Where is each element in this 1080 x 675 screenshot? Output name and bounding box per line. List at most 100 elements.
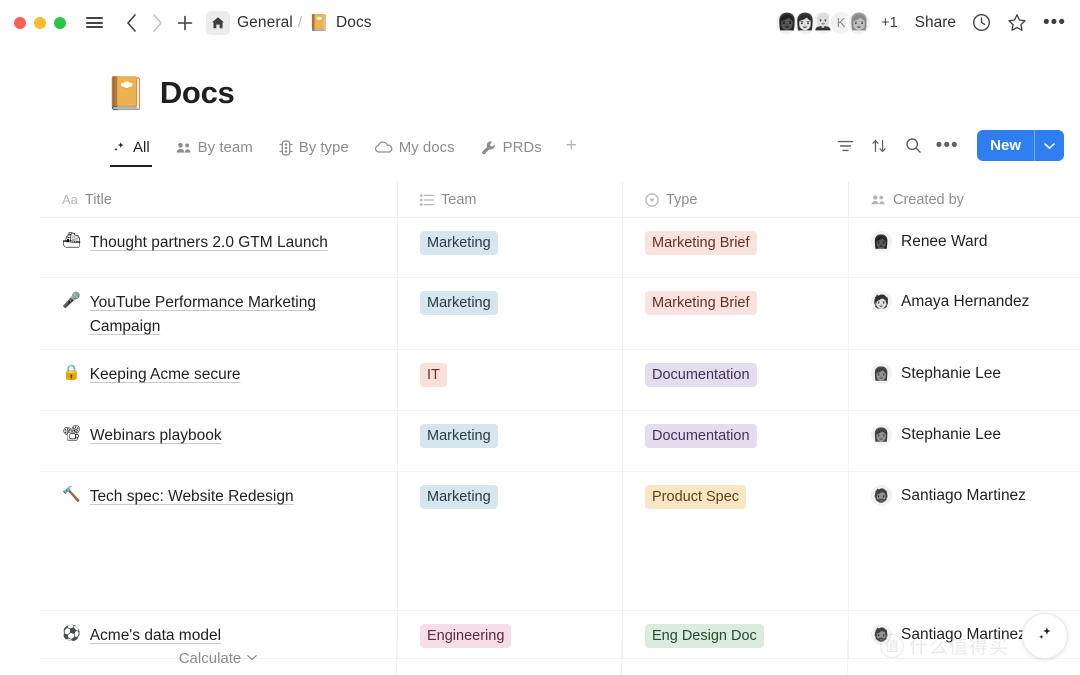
cell-team[interactable]: IT — [397, 350, 622, 410]
type-tag: Marketing Brief — [645, 231, 757, 255]
table-row[interactable]: 🔨Tech spec: Website RedesignMarketing Pro… — [40, 472, 1080, 611]
column-label: Type — [666, 192, 697, 208]
breadcrumb-current[interactable]: Docs — [336, 14, 372, 32]
cell-created-by[interactable]: 👩🏽Stephanie Lee — [848, 350, 1080, 410]
avatar-emoji: 👩🏿 — [873, 235, 889, 248]
chevron-left-icon[interactable] — [118, 10, 144, 36]
home-icon[interactable] — [206, 11, 230, 35]
cell-team[interactable]: Marketing — [397, 472, 622, 610]
cell-created-by[interactable]: 👩🏽Stephanie Lee — [848, 411, 1080, 471]
cell-title[interactable]: 🎤 YouTube Performance Marketing Campaign — [40, 278, 397, 349]
doc-title-link[interactable]: Tech spec: Website Redesign — [90, 485, 294, 509]
cell-type[interactable]: Marketing Brief — [622, 218, 848, 277]
cell-team[interactable]: Marketing — [397, 218, 622, 277]
view-tabs: All By team By type My docs PRDs + — [0, 131, 1080, 167]
hamburger-icon[interactable] — [82, 11, 106, 35]
footer-team-cell[interactable] — [397, 641, 622, 675]
page-header: 📔 Docs — [0, 45, 1080, 111]
doc-title-link[interactable]: Keeping Acme secure — [90, 363, 241, 387]
sort-icon[interactable] — [865, 132, 893, 160]
avatar-emoji: 👱🏻‍♀️ — [813, 15, 833, 31]
calculate-button[interactable]: Calculate — [40, 641, 397, 675]
close-window-button[interactable] — [14, 17, 26, 29]
avatar[interactable]: 👩🏼 — [846, 10, 872, 36]
cell-team[interactable]: Marketing — [397, 411, 622, 471]
cell-title[interactable]: ⛴ Thought partners 2.0 GTM Launch — [40, 218, 397, 277]
add-tab-button[interactable]: + — [566, 135, 577, 167]
plus-icon[interactable] — [172, 10, 198, 36]
tab-my-docs[interactable]: My docs — [373, 139, 457, 167]
tab-all[interactable]: All — [110, 139, 152, 167]
tab-by-type[interactable]: By type — [277, 139, 351, 167]
star-icon[interactable] — [1007, 13, 1027, 33]
footer-type-cell[interactable] — [622, 641, 848, 675]
people-icon — [176, 141, 192, 154]
column-header-team[interactable]: Team — [397, 182, 622, 218]
ai-assistant-button[interactable] — [1022, 613, 1068, 659]
ellipsis-icon[interactable]: ••• — [933, 132, 961, 160]
table-row[interactable]: 🔒 Keeping Acme secure IT Documentation👩🏽Ste… — [40, 350, 1080, 411]
row-emoji-icon: ⛴ — [62, 231, 81, 251]
cell-type[interactable]: Product Spec — [622, 472, 848, 610]
table-row[interactable]: 📽Webinars playbook Marketing Documentation… — [40, 411, 1080, 472]
avatar: 🧔🏽 — [871, 485, 892, 506]
person-name: Stephanie Lee — [901, 426, 1001, 444]
search-icon[interactable] — [899, 132, 927, 160]
filter-icon[interactable] — [831, 132, 859, 160]
doc-title-link[interactable]: Thought partners 2.0 GTM Launch — [90, 231, 328, 255]
minimize-window-button[interactable] — [34, 17, 46, 29]
avatar-emoji: 🧔🏽 — [873, 628, 889, 641]
cell-team[interactable]: Marketing — [397, 278, 622, 349]
calculate-label: Calculate — [179, 650, 242, 667]
cell-created-by[interactable]: 🧔🏽Santiago Martinez — [848, 472, 1080, 610]
cell-type[interactable]: Documentation — [622, 411, 848, 471]
text-icon: Aa — [62, 192, 78, 207]
chevron-right-icon[interactable] — [144, 10, 170, 36]
window-titlebar: General / 📔 Docs 👩🏿 👩🏻 👱🏻‍♀️ K 👩🏼 +1 Sha… — [0, 0, 1080, 45]
cloud-icon — [375, 141, 393, 154]
collaborator-avatars[interactable]: 👩🏿 👩🏻 👱🏻‍♀️ K 👩🏼 — [774, 10, 872, 36]
sparkle-icon — [1036, 625, 1055, 647]
doc-title-link[interactable]: Webinars playbook — [90, 424, 222, 448]
cell-created-by[interactable]: 👩🏿Renee Ward — [848, 218, 1080, 277]
table-toolbar: ••• New — [825, 130, 1064, 167]
table-row[interactable]: ⛴ Thought partners 2.0 GTM Launch Marketin… — [40, 218, 1080, 278]
new-button[interactable]: New — [977, 130, 1064, 161]
tab-by-team[interactable]: By team — [174, 139, 255, 167]
cell-type[interactable]: Documentation — [622, 350, 848, 410]
zoom-window-button[interactable] — [54, 17, 66, 29]
cell-type[interactable]: Marketing Brief — [622, 278, 848, 349]
row-emoji-icon: 🔒 — [62, 363, 81, 383]
cell-title[interactable]: 🔒 Keeping Acme secure — [40, 350, 397, 410]
team-tag: IT — [420, 363, 447, 387]
breadcrumb-separator: / — [298, 14, 302, 31]
wrench-icon — [481, 140, 497, 156]
column-label: Team — [441, 192, 476, 208]
traffic-icon — [279, 140, 293, 156]
column-header-title[interactable]: Aa Title — [40, 182, 397, 218]
column-header-type[interactable]: Type — [622, 182, 848, 218]
collaborator-overflow-count[interactable]: +1 — [881, 15, 898, 31]
share-button[interactable]: Share — [915, 14, 956, 32]
chevron-down-icon[interactable] — [1034, 130, 1064, 161]
breadcrumb-parent[interactable]: General — [237, 14, 293, 32]
page-title: Docs — [160, 75, 235, 111]
table-row[interactable]: 🎤 YouTube Performance Marketing Campaign M… — [40, 278, 1080, 350]
table-footer: Calculate — [40, 641, 1080, 675]
cell-created-by[interactable]: 🧑🏻Amaya Hernandez — [848, 278, 1080, 349]
row-emoji-icon: 🎤 — [62, 291, 81, 311]
column-label: Created by — [893, 192, 964, 208]
team-tag: Marketing — [420, 424, 498, 448]
column-header-created-by[interactable]: Created by — [848, 182, 1080, 218]
tab-prds[interactable]: PRDs — [479, 139, 544, 167]
cell-title[interactable]: 🔨Tech spec: Website Redesign — [40, 472, 397, 610]
page-icon: 📔 — [106, 77, 146, 109]
doc-title-link[interactable]: YouTube Performance Marketing Campaign — [90, 291, 375, 339]
person-name: Stephanie Lee — [901, 365, 1001, 383]
type-tag: Product Spec — [645, 485, 746, 509]
ellipsis-icon[interactable]: ••• — [1043, 13, 1066, 32]
avatar-emoji: 🧑🏻 — [873, 295, 889, 308]
avatar-emoji: 👩🏻 — [795, 15, 815, 31]
clock-icon[interactable] — [972, 13, 991, 32]
cell-title[interactable]: 📽Webinars playbook — [40, 411, 397, 471]
